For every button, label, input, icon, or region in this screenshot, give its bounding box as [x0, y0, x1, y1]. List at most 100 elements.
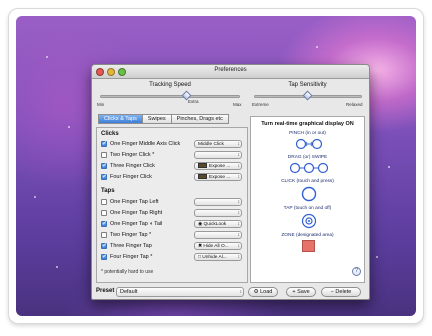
- pinch-caption: PINCH (in or out): [289, 131, 326, 136]
- row-label: One Finger Tap ◖ Tail: [110, 221, 163, 227]
- tracking-extra-label: Extra: [188, 99, 199, 104]
- expose-thumbnail-icon: [198, 163, 207, 169]
- row-label: One Finger Middle Axis Click: [110, 141, 181, 147]
- checkbox[interactable]: [101, 210, 107, 216]
- chevron-updown-icon: ↕: [237, 141, 241, 147]
- desktop-background: Preferences Tracking Speed Min Extra Max…: [16, 16, 416, 316]
- row-label: One Finger Tap Right: [110, 210, 163, 216]
- expose-thumbnail-icon: [198, 174, 207, 180]
- tab-swipes[interactable]: Swipes: [141, 114, 172, 124]
- popup-value: Hide All O...: [203, 244, 229, 249]
- preset-bar: Preset Default ↕ ⚙ Load + Save − Delete: [96, 287, 366, 299]
- tap-icon: [301, 213, 317, 229]
- clicks-taps-panel: Clicks One Finger Middle Axis Click Midd…: [96, 127, 248, 283]
- checkbox[interactable]: [101, 220, 107, 227]
- window-title: Preferences: [214, 67, 247, 73]
- star: [34, 196, 36, 198]
- tap-row-three-finger: Three Finger Tap: [101, 242, 152, 250]
- tap-sensitivity-knob[interactable]: [302, 90, 313, 101]
- preset-value: Default: [120, 289, 138, 295]
- chevron-updown-icon: ↕: [237, 210, 241, 216]
- save-button[interactable]: + Save: [286, 287, 316, 297]
- checkbox[interactable]: [101, 173, 107, 180]
- taps-header: Taps: [101, 188, 115, 194]
- tap-extreme-label: Extreme: [252, 102, 269, 107]
- star: [56, 266, 58, 268]
- checkbox[interactable]: [101, 253, 107, 260]
- popup-value: QuickLook: [203, 222, 227, 227]
- drag-swipe-icon: [289, 162, 329, 174]
- chevron-updown-icon: ↕: [237, 174, 241, 180]
- action-popup[interactable]: ↕: [194, 198, 242, 206]
- pinch-icon: [295, 138, 323, 150]
- checkbox[interactable]: [101, 152, 107, 158]
- title-bar[interactable]: Preferences: [92, 65, 369, 79]
- checkbox[interactable]: [101, 162, 107, 169]
- tap-row-two-finger: Two Finger Tap *: [101, 231, 151, 239]
- chevron-updown-icon: ↕: [237, 243, 241, 249]
- chevron-updown-icon: ↕: [237, 199, 241, 205]
- zone-caption: ZONE (designated area): [281, 233, 334, 238]
- tracking-speed-title: Tracking Speed: [149, 82, 191, 88]
- star: [376, 256, 378, 258]
- row-label: One Finger Tap Left: [110, 199, 159, 205]
- tap-relaxed-label: Relaxed: [346, 102, 363, 107]
- load-label: Load: [260, 289, 273, 295]
- row-label: Two Finger Click *: [110, 152, 155, 158]
- delete-label: Delete: [335, 289, 352, 295]
- row-label: Four Finger Click: [110, 174, 152, 180]
- help-button[interactable]: ?: [352, 267, 361, 276]
- display-toggle-header[interactable]: Turn real-time graphical display ON: [251, 121, 364, 127]
- click-row-one-finger-middle: One Finger Middle Axis Click: [101, 140, 180, 148]
- tab-bar: Clicks & Taps Swipes Pinches, Drags etc: [98, 114, 229, 124]
- action-popup[interactable]: ↕: [194, 209, 242, 217]
- tap-row-one-finger-tail: One Finger Tap ◖ Tail: [101, 220, 162, 228]
- tap-row-four-finger: Four Finger Tap *: [101, 253, 152, 261]
- row-label: Four Finger Tap *: [110, 254, 153, 260]
- preferences-window: Preferences Tracking Speed Min Extra Max…: [91, 64, 370, 300]
- action-popup[interactable]: Expose ... ↕: [194, 173, 242, 181]
- action-popup[interactable]: ↕: [194, 231, 242, 239]
- footnote: * potentially hard to use: [101, 269, 154, 275]
- star: [68, 126, 70, 128]
- checkbox[interactable]: [101, 242, 107, 249]
- chevron-updown-icon: ↕: [237, 232, 241, 238]
- popup-value: Unhide Al...: [202, 255, 227, 260]
- checkbox[interactable]: [101, 140, 107, 147]
- row-label: Three Finger Tap: [110, 243, 152, 249]
- tab-clicks-taps[interactable]: Clicks & Taps: [98, 114, 143, 124]
- action-popup[interactable]: ↕: [194, 151, 242, 159]
- delete-button[interactable]: − Delete: [321, 287, 361, 297]
- click-row-two-finger: Two Finger Click *: [101, 151, 154, 159]
- chevron-updown-icon: ↕: [237, 254, 241, 260]
- action-popup[interactable]: ◉ QuickLook ↕: [194, 220, 242, 228]
- action-popup[interactable]: ✖ Hide All O... ↕: [194, 242, 242, 250]
- click-caption: CLICK (touch and press): [281, 179, 334, 184]
- row-label: Three Finger Click: [110, 163, 155, 169]
- popup-value: Middle Click: [198, 142, 224, 147]
- gesture-display-panel: Turn real-time graphical display ON PINC…: [250, 116, 365, 283]
- save-label: Save: [297, 289, 310, 295]
- tap-caption: TAP (touch on and off): [283, 206, 332, 211]
- click-row-three-finger: Three Finger Click: [101, 162, 155, 170]
- click-row-four-finger: Four Finger Click: [101, 173, 152, 181]
- checkbox[interactable]: [101, 199, 107, 205]
- preset-label: Preset: [96, 288, 115, 294]
- popup-value: Expose ...: [209, 175, 231, 180]
- tab-pinches-drags[interactable]: Pinches, Drags etc: [170, 114, 229, 124]
- chevron-updown-icon: ↕: [237, 152, 241, 158]
- tap-row-one-finger-left: One Finger Tap Left: [101, 198, 159, 206]
- star: [46, 56, 48, 58]
- chevron-updown-icon: ↕: [237, 221, 241, 227]
- load-button[interactable]: ⚙ Load: [248, 287, 278, 297]
- checkbox[interactable]: [101, 232, 107, 238]
- popup-value: Expose ...: [209, 164, 231, 169]
- chevron-updown-icon: ↕: [239, 289, 243, 295]
- preset-select[interactable]: Default ↕: [116, 287, 244, 297]
- action-popup[interactable]: □ Unhide Al... ↕: [194, 253, 242, 261]
- action-popup[interactable]: Expose ... ↕: [194, 162, 242, 170]
- action-popup[interactable]: Middle Click ↕: [194, 140, 242, 148]
- star: [316, 46, 318, 48]
- tracking-speed-slider[interactable]: [100, 95, 240, 98]
- row-label: Two Finger Tap *: [110, 232, 152, 238]
